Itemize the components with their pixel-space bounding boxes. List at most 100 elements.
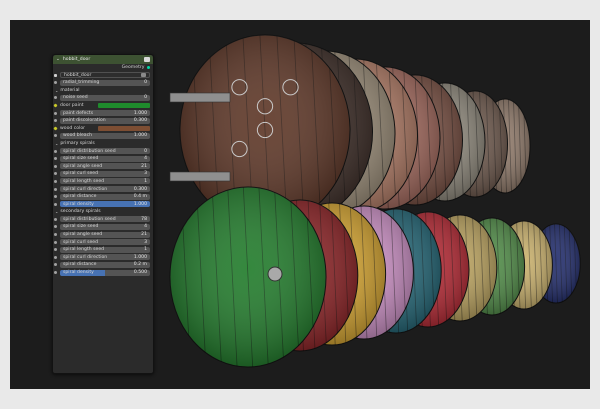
input-value: 3 [144, 239, 147, 245]
value-slider[interactable]: spiral density 0.500 [60, 269, 150, 276]
input-row[interactable]: spiral density 0.500 [53, 269, 153, 276]
input-row[interactable]: noise seed 0 [53, 94, 153, 101]
geometry-node-panel[interactable]: ⌄ hobbit_door Geometry hobbit_door radia… [52, 54, 154, 374]
number-field[interactable]: spiral angle seed 21 [60, 231, 150, 238]
input-row[interactable]: spiral distance 0.4 m [53, 193, 153, 200]
input-value: 1 [144, 247, 147, 253]
input-socket-icon[interactable] [54, 96, 57, 100]
number-field[interactable]: spiral curl direction 1.000 [60, 254, 150, 261]
number-field[interactable]: spiral distribution seed 0 [60, 148, 150, 155]
number-field[interactable]: spiral curl seed 3 [60, 170, 150, 177]
input-row[interactable]: spiral distance 0.2 m [53, 261, 153, 268]
panel-section-header[interactable]: ⌄ material [53, 87, 153, 94]
input-row[interactable]: wood bleach 1.000 [53, 132, 153, 139]
input-row[interactable]: spiral length seed 1 [53, 246, 153, 253]
input-socket-icon[interactable] [54, 187, 57, 191]
input-row[interactable]: spiral size seed 4 [53, 155, 153, 162]
input-socket-icon[interactable] [54, 240, 57, 244]
chevron-down-icon[interactable]: ⌄ [55, 141, 58, 146]
input-socket-icon[interactable] [54, 119, 57, 123]
datablock-selector[interactable]: hobbit_door [60, 72, 150, 79]
panel-section-header[interactable]: ⌄ secondary spirals [53, 208, 153, 215]
input-row[interactable]: spiral distribution seed 0 [53, 148, 153, 155]
input-label: spiral distribution seed [63, 148, 116, 154]
input-value: 3 [144, 171, 147, 177]
number-field[interactable]: spiral distance 0.2 m [60, 261, 150, 268]
number-field[interactable]: spiral size seed 4 [60, 223, 150, 230]
input-label: paint discoloration [63, 118, 106, 124]
input-socket-icon[interactable] [54, 134, 57, 138]
input-socket-icon[interactable] [54, 271, 57, 275]
input-row[interactable]: spiral density 1.000 [53, 201, 153, 208]
geometry-socket-icon[interactable] [146, 65, 150, 70]
color-swatch[interactable] [98, 102, 150, 108]
input-row[interactable]: spiral curl seed 3 [53, 170, 153, 177]
input-socket-icon[interactable] [54, 255, 57, 259]
number-field[interactable]: radial_trimming 0 [60, 79, 150, 86]
input-socket-icon[interactable] [54, 111, 57, 115]
color-swatch[interactable] [98, 125, 150, 131]
number-field[interactable]: paint defects 1.000 [60, 110, 150, 117]
input-socket-icon[interactable] [54, 195, 57, 199]
input-row[interactable]: radial_trimming 0 [53, 79, 153, 86]
input-value: 0 [144, 95, 147, 101]
input-row[interactable]: spiral curl seed 3 [53, 239, 153, 246]
value-slider[interactable]: spiral density 1.000 [60, 201, 150, 208]
number-field[interactable]: paint discoloration 0.300 [60, 117, 150, 124]
input-row[interactable]: spiral curl direction 0.300 [53, 186, 153, 193]
collapse-chevron-icon[interactable]: ⌄ [56, 57, 60, 62]
input-socket-icon[interactable] [54, 202, 57, 206]
section-title: secondary spirals [60, 209, 101, 215]
input-row[interactable]: spiral angle seed 21 [53, 231, 153, 238]
input-socket-icon[interactable] [54, 157, 57, 161]
input-socket-icon[interactable] [54, 179, 57, 183]
input-socket-icon[interactable] [54, 225, 57, 229]
input-row[interactable]: spiral distribution seed 78 [53, 216, 153, 223]
input-value: 0 [144, 148, 147, 154]
input-socket-icon[interactable] [53, 103, 58, 108]
datablock-name: hobbit_door [64, 72, 92, 78]
input-socket-icon[interactable] [54, 217, 57, 221]
input-value: 0.300 [133, 186, 147, 192]
node-title: hobbit_door [62, 57, 91, 62]
input-value: 78 [141, 216, 147, 222]
input-socket-icon[interactable] [54, 263, 57, 267]
input-label: spiral length seed [63, 178, 105, 184]
number-field[interactable]: spiral distribution seed 78 [60, 216, 150, 223]
datablock-row[interactable]: hobbit_door [53, 72, 153, 79]
number-field[interactable]: spiral distance 0.4 m [60, 193, 150, 200]
input-value: 4 [144, 224, 147, 230]
chevron-down-icon[interactable]: ⌄ [55, 88, 58, 93]
panel-section-header[interactable]: ⌄ primary spirals [53, 140, 153, 147]
3d-viewport[interactable]: ⌄ hobbit_door Geometry hobbit_door radia… [10, 20, 590, 389]
close-icon[interactable] [141, 73, 146, 78]
input-socket-icon[interactable] [54, 172, 57, 176]
number-field[interactable]: spiral length seed 1 [60, 178, 150, 185]
number-field[interactable]: spiral curl direction 0.300 [60, 186, 150, 192]
input-row[interactable]: paint defects 1.000 [53, 110, 153, 117]
input-value: 1.000 [133, 110, 147, 116]
input-row[interactable]: door paint [53, 102, 153, 109]
input-socket-icon[interactable] [54, 248, 57, 252]
number-field[interactable]: spiral angle seed 21 [60, 163, 150, 170]
number-field[interactable]: spiral curl seed 3 [60, 239, 150, 246]
input-row[interactable]: paint discoloration 0.300 [53, 117, 153, 124]
input-row[interactable]: wood color [53, 125, 153, 132]
node-header[interactable]: ⌄ hobbit_door [53, 55, 153, 64]
input-socket-icon[interactable] [53, 126, 58, 131]
input-socket-icon[interactable] [54, 164, 57, 168]
number-field[interactable]: spiral length seed 1 [60, 246, 150, 253]
input-socket-icon[interactable] [54, 81, 57, 85]
number-field[interactable]: noise seed 0 [60, 94, 150, 101]
input-row[interactable]: spiral size seed 4 [53, 223, 153, 230]
number-field[interactable]: wood bleach 1.000 [60, 132, 150, 139]
input-label: wood bleach [63, 133, 93, 139]
input-socket-icon[interactable] [54, 233, 57, 237]
chevron-down-icon[interactable]: ⌄ [55, 209, 58, 214]
input-socket-icon[interactable] [54, 149, 57, 153]
input-label: spiral curl seed [63, 239, 99, 245]
input-row[interactable]: spiral angle seed 21 [53, 163, 153, 170]
input-row[interactable]: spiral length seed 1 [53, 178, 153, 185]
input-row[interactable]: spiral curl direction 1.000 [53, 254, 153, 261]
number-field[interactable]: spiral size seed 4 [60, 155, 150, 162]
